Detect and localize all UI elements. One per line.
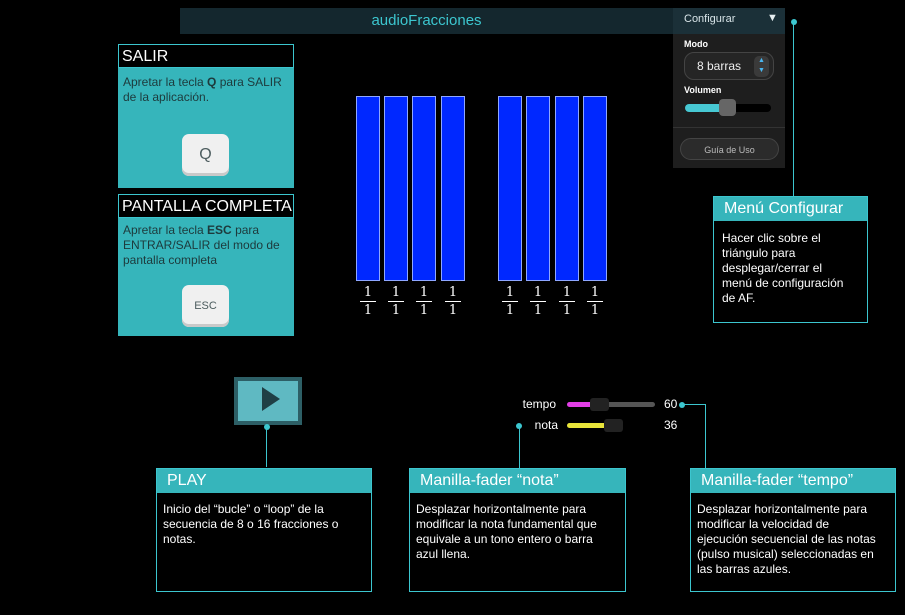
tempo-fader-knob[interactable] bbox=[590, 398, 609, 411]
play-callout-text: Inicio del “bucle” o “loop” de la secuenc… bbox=[163, 502, 339, 546]
fraction-label: 11 bbox=[442, 285, 464, 318]
salir-key-bold: Q bbox=[207, 75, 217, 89]
connector-dot bbox=[264, 424, 270, 430]
fraction-label: 11 bbox=[527, 285, 549, 318]
volumen-slider-fill bbox=[685, 104, 723, 112]
fraction-bar[interactable] bbox=[441, 96, 465, 281]
menu-callout-title: Menú Configurar bbox=[714, 197, 867, 221]
fullscreen-text-b: para bbox=[231, 223, 260, 237]
fraction-bar[interactable] bbox=[498, 96, 522, 281]
fraction-label: 11 bbox=[357, 285, 379, 318]
nota-callout-text: Desplazar horizontalmente para modificar … bbox=[416, 502, 597, 561]
esc-key-icon: ESC bbox=[182, 285, 229, 327]
nota-value: 36 bbox=[664, 418, 678, 432]
tempo-callout-text: Desplazar horizontalmente para modificar … bbox=[697, 502, 876, 576]
salir-instructions: Apretar la tecla Q para SALIR de la apli… bbox=[123, 75, 289, 105]
config-title: Configurar bbox=[684, 13, 736, 25]
volumen-label: Volumen bbox=[684, 85, 722, 95]
salir-text-a: Apretar la tecla bbox=[123, 75, 208, 89]
connector-dot bbox=[679, 402, 685, 408]
fullscreen-key-bold: ESC bbox=[207, 223, 232, 237]
connector-line bbox=[519, 426, 520, 468]
fraction-bar[interactable] bbox=[583, 96, 607, 281]
connector-dot bbox=[791, 19, 797, 25]
nota-fader-fill bbox=[567, 423, 607, 428]
nota-callout-title: Manilla-fader “nota” bbox=[410, 469, 625, 493]
menu-callout-text: Hacer clic sobre el triángulo para despleg… bbox=[722, 231, 844, 305]
app-title: audioFracciones bbox=[371, 12, 482, 29]
nota-fader-knob[interactable] bbox=[604, 419, 623, 432]
tempo-callout-title: Manilla-fader “tempo” bbox=[691, 469, 895, 493]
config-toggle-triangle-icon[interactable]: ▼ bbox=[767, 12, 778, 24]
connector-line bbox=[266, 427, 267, 467]
play-icon bbox=[262, 387, 280, 411]
fraction-bar[interactable] bbox=[555, 96, 579, 281]
fullscreen-text-d: pantalla completa bbox=[123, 253, 218, 267]
nota-label: nota bbox=[534, 418, 558, 432]
volumen-slider-knob[interactable] bbox=[719, 99, 736, 116]
stepper-arrows-icon[interactable]: ▲ ▼ bbox=[754, 56, 769, 77]
tempo-label: tempo bbox=[522, 397, 556, 411]
q-key-icon: Q bbox=[182, 134, 229, 176]
guia-de-uso-button[interactable]: Guía de Uso bbox=[680, 138, 779, 160]
fraction-label: 11 bbox=[413, 285, 435, 318]
fraction-label: 11 bbox=[385, 285, 407, 318]
tempo-value: 60 bbox=[664, 397, 678, 411]
fraction-bar[interactable] bbox=[356, 96, 380, 281]
connector-line bbox=[705, 404, 706, 468]
fullscreen-instructions: Apretar la tecla ESC para ENTRAR/SALIR de… bbox=[123, 223, 293, 268]
fraction-label: 11 bbox=[584, 285, 606, 318]
modo-value: 8 barras bbox=[696, 59, 742, 73]
connector-line bbox=[793, 22, 794, 196]
connector-line bbox=[682, 404, 705, 405]
fraction-label: 11 bbox=[556, 285, 578, 318]
fraction-bar[interactable] bbox=[384, 96, 408, 281]
play-callout-title: PLAY bbox=[157, 469, 371, 493]
fullscreen-text-c: ENTRAR/SALIR del modo de bbox=[123, 238, 280, 252]
config-divider bbox=[673, 127, 785, 128]
fraction-label: 11 bbox=[499, 285, 521, 318]
fullscreen-title: PANTALLA COMPLETA bbox=[118, 194, 294, 218]
modo-label: Modo bbox=[684, 39, 708, 49]
fraction-bar[interactable] bbox=[412, 96, 436, 281]
fullscreen-text-a: Apretar la tecla bbox=[123, 223, 208, 237]
salir-title: SALIR bbox=[118, 44, 294, 68]
fraction-bar[interactable] bbox=[526, 96, 550, 281]
